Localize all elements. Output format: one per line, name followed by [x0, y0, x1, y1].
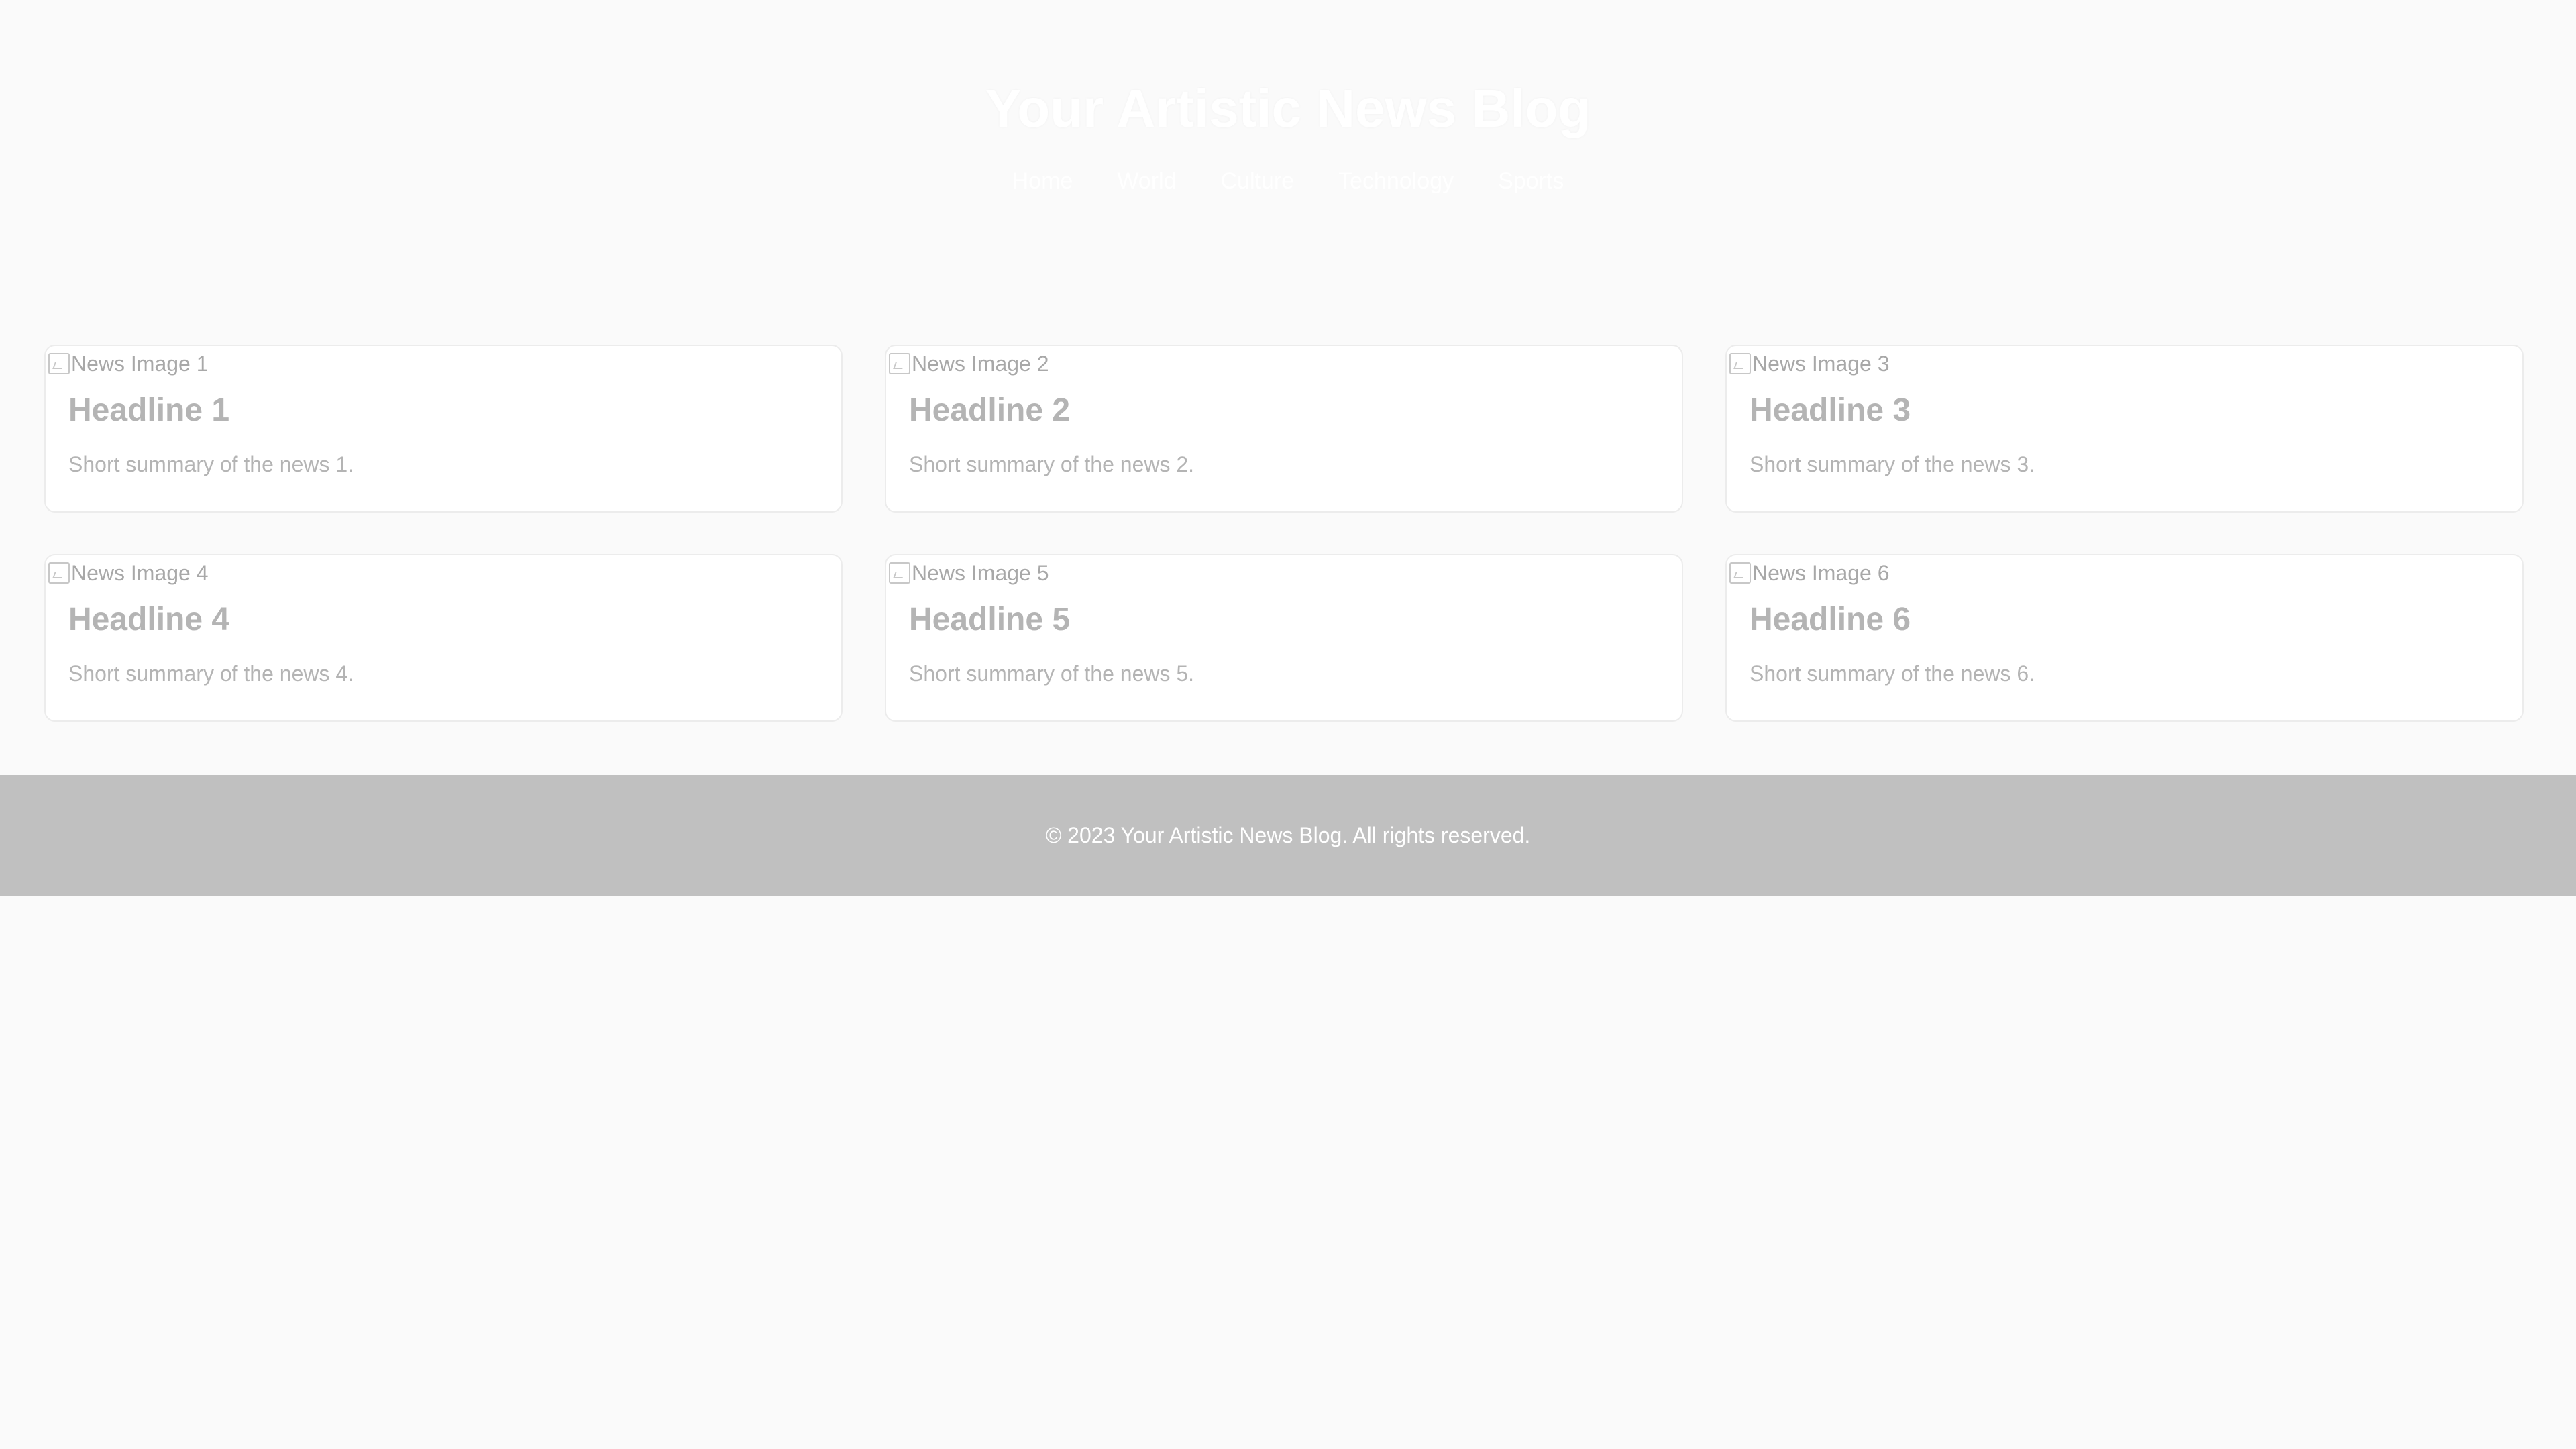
news-image: News Image 1: [48, 350, 209, 377]
nav-item-culture[interactable]: Culture: [1198, 165, 1316, 197]
news-summary: Short summary of the news 3.: [1750, 452, 2035, 476]
news-image: News Image 4: [48, 559, 209, 586]
news-image-alt: News Image 5: [912, 561, 1049, 585]
news-image-alt: News Image 1: [71, 352, 209, 376]
news-card[interactable]: News Image 6 Headline 6 Short summary of…: [1725, 554, 2524, 722]
news-image: News Image 3: [1729, 350, 1890, 377]
news-image-alt: News Image 6: [1752, 561, 1890, 585]
news-headline[interactable]: Headline 2: [909, 390, 1070, 431]
news-headline[interactable]: Headline 1: [68, 390, 229, 431]
broken-image-icon: [889, 562, 910, 584]
news-headline[interactable]: Headline 4: [68, 600, 229, 640]
news-image-alt: News Image 4: [71, 561, 209, 585]
news-card[interactable]: News Image 3 Headline 3 Short summary of…: [1725, 345, 2524, 513]
news-image-alt: News Image 3: [1752, 352, 1890, 376]
site-header: Your Artistic News Blog Home World Cultu…: [0, 0, 2576, 262]
news-image: News Image 6: [1729, 559, 1890, 586]
site-footer: © 2023 Your Artistic News Blog. All righ…: [0, 775, 2576, 896]
news-summary: Short summary of the news 5.: [909, 661, 1195, 686]
news-card[interactable]: News Image 1 Headline 1 Short summary of…: [44, 345, 843, 513]
nav-item-home[interactable]: Home: [990, 165, 1095, 197]
broken-image-icon: [1729, 562, 1751, 584]
nav-item-world[interactable]: World: [1095, 165, 1198, 197]
news-card[interactable]: News Image 4 Headline 4 Short summary of…: [44, 554, 843, 722]
news-grid: News Image 1 Headline 1 Short summary of…: [44, 345, 2526, 722]
news-card[interactable]: News Image 5 Headline 5 Short summary of…: [885, 554, 1683, 722]
news-card[interactable]: News Image 2 Headline 2 Short summary of…: [885, 345, 1683, 513]
broken-image-icon: [48, 562, 70, 584]
main-nav: Home World Culture Technology Sports: [0, 165, 2576, 197]
broken-image-icon: [48, 353, 70, 374]
nav-item-sports[interactable]: Sports: [1476, 165, 1586, 197]
news-headline[interactable]: Headline 6: [1750, 600, 1911, 640]
news-image: News Image 2: [889, 350, 1049, 377]
broken-image-icon: [889, 353, 910, 374]
news-image: News Image 5: [889, 559, 1049, 586]
news-image-alt: News Image 2: [912, 352, 1049, 376]
nav-item-technology[interactable]: Technology: [1316, 165, 1476, 197]
news-headline[interactable]: Headline 5: [909, 600, 1070, 640]
news-summary: Short summary of the news 4.: [68, 661, 354, 686]
news-summary: Short summary of the news 1.: [68, 452, 354, 476]
copyright-text: © 2023 Your Artistic News Blog. All righ…: [1045, 822, 1531, 847]
broken-image-icon: [1729, 353, 1751, 374]
site-title: Your Artistic News Blog: [985, 78, 1591, 138]
news-summary: Short summary of the news 6.: [1750, 661, 2035, 686]
news-summary: Short summary of the news 2.: [909, 452, 1195, 476]
news-headline[interactable]: Headline 3: [1750, 390, 1911, 431]
